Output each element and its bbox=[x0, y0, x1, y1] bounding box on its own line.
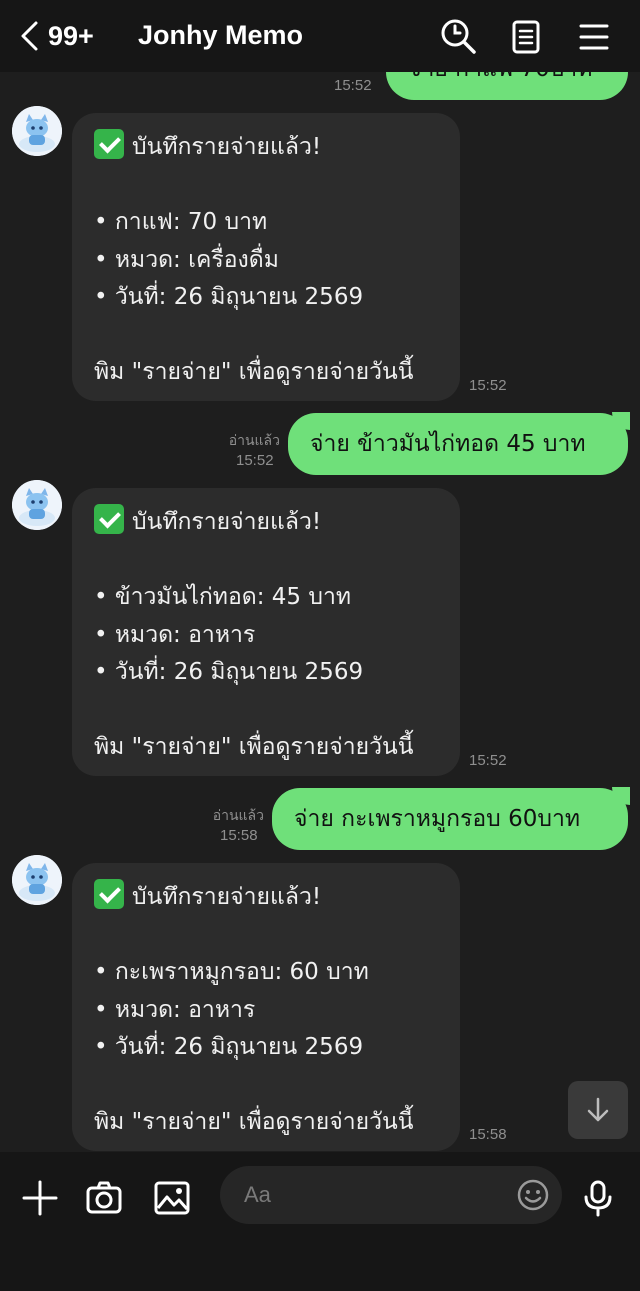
read-receipt: อ่านแล้ว bbox=[228, 433, 280, 449]
read-receipt: อ่านแล้ว bbox=[212, 808, 264, 824]
message-title-line: บันทึกรายจ่ายแล้ว! bbox=[94, 504, 438, 542]
add-button[interactable] bbox=[20, 1178, 60, 1218]
message-input-container[interactable] bbox=[220, 1166, 562, 1224]
message-input[interactable] bbox=[244, 1166, 514, 1224]
message-title-line: บันทึกรายจ่ายแล้ว! bbox=[94, 879, 438, 917]
image-icon bbox=[154, 1181, 190, 1215]
chevron-left-icon bbox=[21, 21, 38, 51]
message-line: • วันที่: 26 มิถุนายน 2569 bbox=[94, 284, 364, 310]
message-line: • หมวด: เครื่องดื่ม bbox=[94, 246, 279, 273]
message-line: • หมวด: อาหาร bbox=[94, 621, 256, 648]
voice-button[interactable] bbox=[578, 1178, 618, 1218]
received-message-bubble[interactable]: บันทึกรายจ่ายแล้ว! • กะเพราหมูกรอบ: 60 บ… bbox=[72, 863, 460, 1151]
cat-avatar-icon bbox=[12, 855, 62, 905]
scroll-to-bottom-button[interactable] bbox=[568, 1081, 628, 1139]
message-time: 15:58 bbox=[220, 827, 258, 844]
composer-bar bbox=[0, 1152, 640, 1291]
search-icon bbox=[441, 19, 476, 54]
bot-avatar[interactable] bbox=[12, 855, 62, 905]
bot-avatar[interactable] bbox=[12, 106, 62, 156]
microphone-icon bbox=[584, 1180, 612, 1217]
emoji-icon[interactable] bbox=[516, 1178, 550, 1212]
cat-avatar-icon bbox=[12, 480, 62, 530]
message-time: 15:52 bbox=[469, 377, 507, 394]
camera-icon bbox=[86, 1181, 122, 1214]
unread-count: 99+ bbox=[48, 20, 94, 51]
message-time: 15:52 bbox=[334, 77, 372, 94]
message-line: • กะเพราหมูกรอบ: 60 บาท bbox=[94, 959, 369, 985]
check-mark-icon bbox=[94, 129, 124, 159]
plus-icon bbox=[22, 1180, 58, 1216]
search-button[interactable] bbox=[438, 17, 478, 57]
message-time: 15:52 bbox=[236, 452, 274, 469]
gallery-button[interactable] bbox=[152, 1178, 192, 1218]
back-button[interactable]: 99+ bbox=[18, 16, 118, 56]
message-line: • กาแฟ: 70 บาท bbox=[94, 209, 268, 235]
cat-avatar-icon bbox=[12, 106, 62, 156]
message-line: • วันที่: 26 มิถุนายน 2569 bbox=[94, 659, 364, 685]
arrow-down-icon bbox=[587, 1097, 609, 1122]
message-footer: พิม "รายจ่าย" เพื่อดูรายจ่ายวันนี้ bbox=[94, 734, 414, 760]
notes-button[interactable] bbox=[506, 17, 546, 57]
received-message-bubble[interactable]: บันทึกรายจ่ายแล้ว! • กาแฟ: 70 บาท • หมวด… bbox=[72, 113, 460, 401]
message-footer: พิม "รายจ่าย" เพื่อดูรายจ่ายวันนี้ bbox=[94, 359, 414, 385]
chat-header: 99+ Jonhy Memo bbox=[0, 0, 640, 72]
message-line: • วันที่: 26 มิถุนายน 2569 bbox=[94, 1034, 364, 1060]
hamburger-menu-icon bbox=[579, 24, 609, 50]
notes-icon bbox=[512, 20, 540, 54]
menu-button[interactable] bbox=[574, 17, 614, 57]
chat-messages[interactable]: 15:52 จ่าย กาแฟ 70บาท บันทึกรายจ่ายแล้ว!… bbox=[0, 72, 640, 1152]
sent-message-bubble[interactable]: จ่าย กะเพราหมูกรอบ 60บาท bbox=[272, 788, 628, 850]
chat-title: Jonhy Memo bbox=[138, 20, 304, 50]
bot-avatar[interactable] bbox=[12, 480, 62, 530]
check-mark-icon bbox=[94, 504, 124, 534]
camera-button[interactable] bbox=[84, 1178, 124, 1218]
sent-message-bubble[interactable]: จ่าย ข้าวมันไก่ทอด 45 บาท bbox=[288, 413, 628, 475]
message-footer: พิม "รายจ่าย" เพื่อดูรายจ่ายวันนี้ bbox=[94, 1109, 414, 1135]
message-time: 15:58 bbox=[469, 1126, 507, 1143]
message-title-line: บันทึกรายจ่ายแล้ว! bbox=[94, 129, 438, 167]
sent-message-bubble[interactable]: จ่าย กาแฟ 70บาท bbox=[386, 72, 628, 100]
message-time: 15:52 bbox=[469, 752, 507, 769]
message-line: • ข้าวมันไก่ทอด: 45 บาท bbox=[94, 584, 352, 610]
message-line: • หมวด: อาหาร bbox=[94, 996, 256, 1023]
received-message-bubble[interactable]: บันทึกรายจ่ายแล้ว! • ข้าวมันไก่ทอด: 45 บ… bbox=[72, 488, 460, 776]
check-mark-icon bbox=[94, 879, 124, 909]
